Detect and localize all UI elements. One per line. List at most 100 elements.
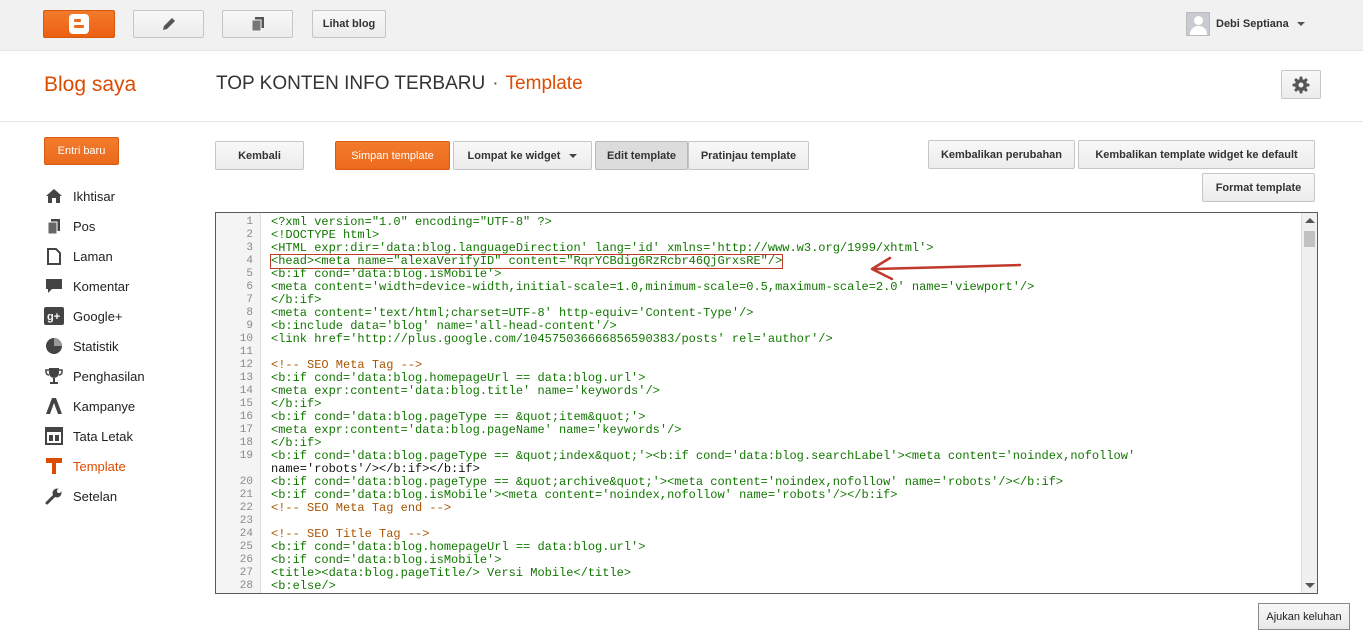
line-number: 28	[239, 580, 253, 592]
google-plus-icon: g+	[44, 307, 64, 325]
trophy-icon	[44, 367, 64, 385]
line-number: 23	[239, 515, 253, 527]
line-number: 2	[246, 229, 253, 241]
line-number: 12	[239, 359, 253, 371]
code-text: <meta expr:content='data:blog.pageName' …	[271, 423, 682, 437]
sidebar-item-template[interactable]: Template	[44, 451, 145, 481]
line-number: 22	[239, 502, 253, 514]
sidebar-item-label: Tata Letak	[73, 428, 133, 444]
line-number: 1	[246, 216, 253, 228]
scroll-down-icon[interactable]	[1305, 583, 1315, 588]
blogger-logo-icon	[69, 14, 89, 34]
sidebar-item-google-plus[interactable]: g+ Google+	[44, 301, 145, 331]
my-blogs-link[interactable]: Blog saya	[44, 73, 136, 97]
sidebar-item-label: Template	[73, 458, 126, 474]
settings-button[interactable]	[1281, 70, 1321, 99]
feedback-button[interactable]: Ajukan keluhan	[1258, 603, 1350, 630]
sidebar-item-label: Pos	[73, 218, 96, 234]
line-number: 16	[239, 411, 253, 423]
user-menu[interactable]: Debi Septiana	[1186, 12, 1305, 36]
avatar	[1186, 12, 1210, 36]
title-separator: ·	[492, 73, 499, 94]
line-number: 18	[239, 437, 253, 449]
posts-icon	[44, 217, 64, 235]
sidebar-item-label: Setelan	[73, 488, 118, 504]
line-number: 3	[246, 242, 253, 254]
page-header: Blog saya TOP KONTEN INFO TERBARU · Templa…	[0, 51, 1363, 122]
new-post-pencil-button[interactable]	[133, 10, 204, 38]
revert-changes-button[interactable]: Kembalikan perubahan	[928, 140, 1075, 169]
line-number: 14	[239, 385, 253, 397]
code-text: <link href='http://plus.google.com/10457…	[271, 332, 833, 346]
sidebar-item-ikhtisar[interactable]: Ikhtisar	[44, 181, 145, 211]
line-number: 10	[239, 333, 253, 345]
line-number: 19	[239, 450, 253, 462]
sidebar-item-label: Penghasilan	[73, 368, 145, 384]
jump-to-widget-dropdown[interactable]: Lompat ke widget	[453, 141, 592, 170]
sidebar-item-statistik[interactable]: Statistik	[44, 331, 145, 361]
sidebar-item-penghasilan[interactable]: Penghasilan	[44, 361, 145, 391]
line-number	[216, 463, 253, 476]
sidebar-item-pos[interactable]: Pos	[44, 211, 145, 241]
code-line[interactable]: 22 <!-- SEO Meta Tag end -->	[216, 502, 1317, 515]
code-line[interactable]: 14 <meta expr:content='data:blog.title' n…	[216, 385, 1317, 398]
preview-template-tab[interactable]: Pratinjau template	[688, 141, 809, 170]
save-template-button[interactable]: Simpan template	[335, 141, 450, 170]
code-line[interactable]: 10 <link href='http://plus.google.com/104…	[216, 333, 1317, 346]
top-bar: Lihat blog Debi Septiana	[0, 0, 1363, 51]
sidebar-item-tata-letak[interactable]: Tata Letak	[44, 421, 145, 451]
page-icon	[44, 247, 64, 265]
adwords-icon	[44, 397, 64, 415]
sidebar-item-komentar[interactable]: Komentar	[44, 271, 145, 301]
line-number: 24	[239, 528, 253, 540]
back-button[interactable]: Kembali	[215, 141, 304, 170]
sidebar-item-laman[interactable]: Laman	[44, 241, 145, 271]
line-number: 4	[246, 255, 253, 267]
home-icon	[44, 187, 64, 205]
sidebar-item-setelan[interactable]: Setelan	[44, 481, 145, 511]
sidebar-item-label: Ikhtisar	[73, 188, 115, 204]
code-line[interactable]: 28 <b:else/>	[216, 580, 1317, 593]
wrench-icon	[44, 487, 64, 505]
line-number: 7	[246, 294, 253, 306]
new-post-button[interactable]: Entri baru	[44, 137, 119, 165]
user-name: Debi Septiana	[1216, 18, 1289, 30]
code-line[interactable]: 27 <title><data:blog.pageTitle/> Versi Mo…	[216, 567, 1317, 580]
view-blog-button[interactable]: Lihat blog	[312, 10, 386, 38]
line-number: 13	[239, 372, 253, 384]
annotation-arrow-icon	[870, 256, 1022, 281]
sidebar-item-kampanye[interactable]: Kampanye	[44, 391, 145, 421]
gear-icon	[1292, 76, 1310, 93]
line-number: 17	[239, 424, 253, 436]
line-number: 8	[246, 307, 253, 319]
code-text: <!-- SEO Meta Tag end -->	[271, 501, 452, 515]
blog-name: TOP KONTEN INFO TERBARU	[216, 73, 486, 94]
blogger-logo-button[interactable]	[43, 10, 115, 38]
code-editor[interactable]: 1 <?xml version="1.0" encoding="UTF-8" ?>…	[215, 212, 1318, 594]
line-number: 9	[246, 320, 253, 332]
pages-icon	[251, 17, 264, 32]
scroll-up-icon[interactable]	[1305, 218, 1315, 223]
sidebar-nav: Ikhtisar Pos Laman Komentar g+ Google+ S…	[44, 181, 145, 511]
editor-scrollbar[interactable]	[1301, 213, 1317, 593]
template-icon	[44, 457, 64, 475]
pie-chart-icon	[44, 337, 64, 355]
scroll-thumb[interactable]	[1304, 231, 1315, 247]
code-line[interactable]: 17 <meta expr:content='data:blog.pageName…	[216, 424, 1317, 437]
sidebar-item-label: Kampanye	[73, 398, 136, 414]
sidebar-item-label: Statistik	[73, 338, 119, 354]
code-line[interactable]: 6 <meta content='width=device-width,initi…	[216, 281, 1317, 294]
code-lines[interactable]: 1 <?xml version="1.0" encoding="UTF-8" ?>…	[216, 216, 1317, 593]
line-number: 21	[239, 489, 253, 501]
revert-widgets-button[interactable]: Kembalikan template widget ke default	[1078, 140, 1315, 169]
page-title: TOP KONTEN INFO TERBARU · Template	[216, 73, 583, 95]
pages-button[interactable]	[222, 10, 293, 38]
chevron-down-icon	[569, 153, 578, 158]
line-number: 20	[239, 476, 253, 488]
code-text: <meta expr:content='data:blog.title' nam…	[271, 384, 660, 398]
format-template-button[interactable]: Format template	[1202, 173, 1315, 202]
code-line[interactable]: 1 <?xml version="1.0" encoding="UTF-8" ?>	[216, 216, 1317, 229]
edit-template-tab[interactable]: Edit template	[595, 141, 688, 170]
sidebar-item-label: Laman	[73, 248, 113, 264]
section-name: Template	[505, 73, 583, 94]
